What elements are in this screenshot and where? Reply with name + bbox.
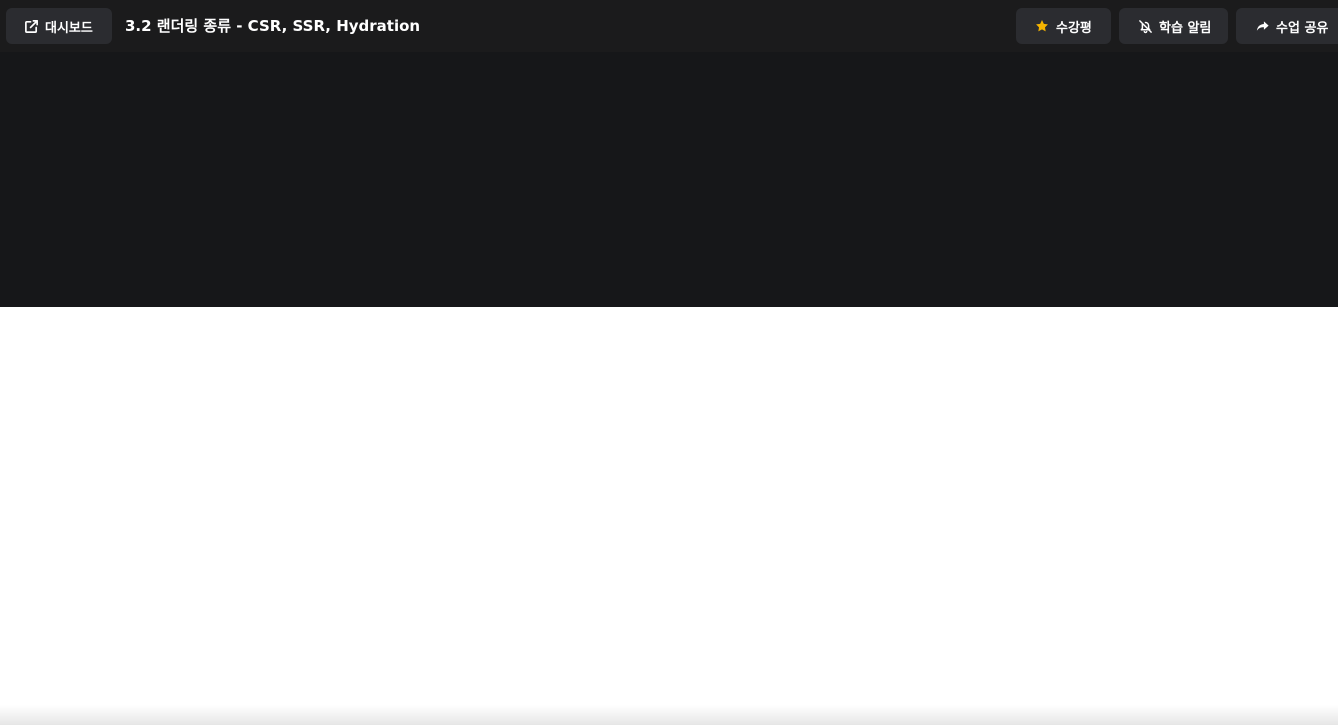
video-player-area[interactable] — [0, 52, 1338, 307]
share-arrow-icon — [1254, 18, 1270, 34]
lesson-title: 3.2 랜더링 종류 - CSR, SSR, Hydration — [125, 17, 421, 35]
alarm-label: 학습 알림 — [1159, 20, 1212, 36]
external-link-icon — [23, 18, 39, 34]
bottom-shadow — [0, 705, 1338, 725]
review-button[interactable]: 수강평 — [1016, 8, 1111, 44]
bell-off-icon — [1137, 18, 1153, 34]
dashboard-button[interactable]: 대시보드 — [6, 8, 112, 44]
review-label: 수강평 — [1056, 20, 1092, 36]
share-label: 수업 공유 — [1276, 20, 1329, 36]
star-icon — [1034, 18, 1050, 34]
share-lesson-button[interactable]: 수업 공유 — [1236, 8, 1338, 44]
top-header: 대시보드 3.2 랜더링 종류 - CSR, SSR, Hydration 수강… — [0, 0, 1338, 52]
dashboard-label: 대시보드 — [45, 20, 93, 36]
learning-alarm-button[interactable]: 학습 알림 — [1119, 8, 1228, 44]
